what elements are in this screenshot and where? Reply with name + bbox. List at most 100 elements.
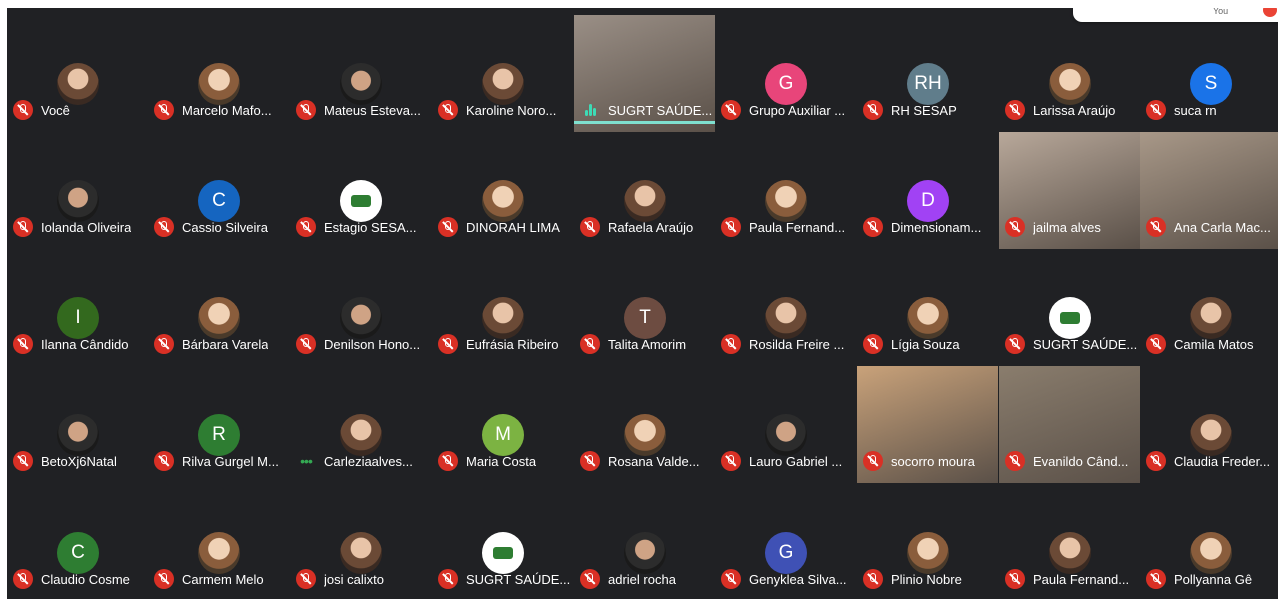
avatar-initial: C <box>198 180 240 222</box>
participant-label: Maria Costa <box>438 451 571 471</box>
avatar <box>482 297 524 339</box>
avatar <box>1049 532 1091 574</box>
participant-tile[interactable]: SUGRT SAÚDE... <box>999 249 1140 366</box>
participant-label: Mateus Esteva... <box>296 100 429 120</box>
participant-tile[interactable]: ••• Carleziaalves... <box>290 366 431 483</box>
avatar <box>765 414 807 456</box>
participant-tile[interactable]: Ssuca rn <box>1140 15 1278 132</box>
mic-muted-icon <box>580 334 600 354</box>
record-indicator-icon <box>1263 8 1277 17</box>
participant-tile[interactable]: Denilson Hono... <box>290 249 431 366</box>
participant-name: socorro moura <box>891 453 975 469</box>
participant-label: Claudia Freder... <box>1146 451 1278 471</box>
participant-label: Paula Fernand... <box>1005 569 1138 589</box>
participant-tile[interactable]: jailma alves <box>999 132 1140 249</box>
participant-tile[interactable]: socorro moura <box>857 366 998 483</box>
avatar-initial: C <box>57 532 99 574</box>
participant-tile[interactable]: RH RH SESAP <box>857 15 998 132</box>
participant-tile[interactable]: Camila Matos <box>1140 249 1278 366</box>
mic-muted-icon <box>1005 217 1025 237</box>
participant-tile[interactable]: Pollyanna Gê <box>1140 484 1278 599</box>
participant-tile[interactable]: Paula Fernand... <box>999 484 1140 599</box>
participant-label: DINORAH LIMA <box>438 217 571 237</box>
mic-muted-icon <box>438 217 458 237</box>
mic-muted-icon <box>13 100 33 120</box>
participant-tile[interactable]: SUGRT SAÚDE... <box>574 15 715 132</box>
participant-tile[interactable]: Bárbara Varela <box>148 249 289 366</box>
participant-tile[interactable]: D Dimensionam... <box>857 132 998 249</box>
participant-tile[interactable]: Larissa Araújo <box>999 15 1140 132</box>
participant-name: Grupo Auxiliar ... <box>749 102 846 118</box>
participant-label: jailma alves <box>1005 217 1138 237</box>
mic-muted-icon <box>154 451 174 471</box>
participant-tile[interactable]: Rosilda Freire ... <box>715 249 856 366</box>
participant-tile[interactable]: BetoXj6Natal <box>7 366 148 483</box>
avatar <box>765 180 807 222</box>
mic-muted-icon <box>1005 100 1025 120</box>
participant-tile[interactable]: G Genyklea Silva... <box>715 484 856 599</box>
participant-tile[interactable]: Claudia Freder... <box>1140 366 1278 483</box>
participant-label: Denilson Hono... <box>296 334 429 354</box>
participant-name: Denilson Hono... <box>324 336 421 352</box>
participant-name: Paula Fernand... <box>749 219 846 235</box>
participant-tile[interactable]: Carmem Melo <box>148 484 289 599</box>
participant-name: Bárbara Varela <box>182 336 269 352</box>
participant-name: Rosilda Freire ... <box>749 336 845 352</box>
participant-tile[interactable]: Paula Fernand... <box>715 132 856 249</box>
participant-tile[interactable]: Evanildo Când... <box>999 366 1140 483</box>
participant-tile[interactable]: Lígia Souza <box>857 249 998 366</box>
participant-tile[interactable]: Você <box>7 15 148 132</box>
participant-name: suca rn <box>1174 102 1217 118</box>
avatar-initial: G <box>765 63 807 105</box>
avatar <box>624 414 666 456</box>
participant-tile[interactable]: Karoline Noro... <box>432 15 573 132</box>
participant-label: Claudio Cosme <box>13 569 146 589</box>
speaking-indicator-icon <box>580 100 600 120</box>
avatar <box>1190 297 1232 339</box>
participant-tile[interactable]: Ana Carla Mac... <box>1140 132 1278 249</box>
participant-label: SUGRT SAÚDE... <box>1005 334 1138 354</box>
participant-tile[interactable]: C Claudio Cosme <box>7 484 148 599</box>
mic-muted-icon <box>580 451 600 471</box>
participant-tile[interactable]: adriel rocha <box>574 484 715 599</box>
participant-tile[interactable]: Eufrásia Ribeiro <box>432 249 573 366</box>
mic-muted-icon <box>721 217 741 237</box>
mic-muted-icon <box>296 334 316 354</box>
participant-label: Rafaela Araújo <box>580 217 713 237</box>
participant-tile[interactable]: SUGRT SAÚDE... <box>432 484 573 599</box>
participant-tile[interactable]: Rafaela Araújo <box>574 132 715 249</box>
participant-name: Talita Amorim <box>608 336 687 352</box>
mic-muted-icon <box>438 100 458 120</box>
participant-name: Você <box>41 102 70 118</box>
participant-tile[interactable]: Mateus Esteva... <box>290 15 431 132</box>
participant-tile[interactable]: DINORAH LIMA <box>432 132 573 249</box>
participant-tile[interactable]: T Talita Amorim <box>574 249 715 366</box>
participant-tile[interactable]: Marcelo Mafo... <box>148 15 289 132</box>
participant-name: josi calixto <box>324 571 384 587</box>
avatar <box>624 532 666 574</box>
avatar <box>482 180 524 222</box>
avatar <box>57 414 99 456</box>
avatar <box>198 63 240 105</box>
participant-tile[interactable]: I Ilanna Cândido <box>7 249 148 366</box>
avatar <box>765 297 807 339</box>
participant-tile[interactable]: Rosana Valde... <box>574 366 715 483</box>
self-view-chip[interactable]: You <box>1073 8 1278 22</box>
mic-muted-icon <box>438 334 458 354</box>
participant-label: Karoline Noro... <box>438 100 571 120</box>
participant-tile[interactable]: G Grupo Auxiliar ... <box>715 15 856 132</box>
participant-label: Ana Carla Mac... <box>1146 217 1278 237</box>
more-options-icon[interactable]: ••• <box>296 453 316 469</box>
participant-tile[interactable]: R Rilva Gurgel M... <box>148 366 289 483</box>
participant-tile[interactable]: Estagio SESA... <box>290 132 431 249</box>
mic-muted-icon <box>1146 217 1166 237</box>
participant-tile[interactable]: Lauro Gabriel ... <box>715 366 856 483</box>
participant-tile[interactable]: josi calixto <box>290 484 431 599</box>
participant-label: Marcelo Mafo... <box>154 100 287 120</box>
participant-name: Cassio Silveira <box>182 219 268 235</box>
participant-tile[interactable]: C Cassio Silveira <box>148 132 289 249</box>
participant-label: Cassio Silveira <box>154 217 287 237</box>
participant-tile[interactable]: Iolanda Oliveira <box>7 132 148 249</box>
participant-tile[interactable]: M Maria Costa <box>432 366 573 483</box>
participant-tile[interactable]: Plinio Nobre <box>857 484 998 599</box>
